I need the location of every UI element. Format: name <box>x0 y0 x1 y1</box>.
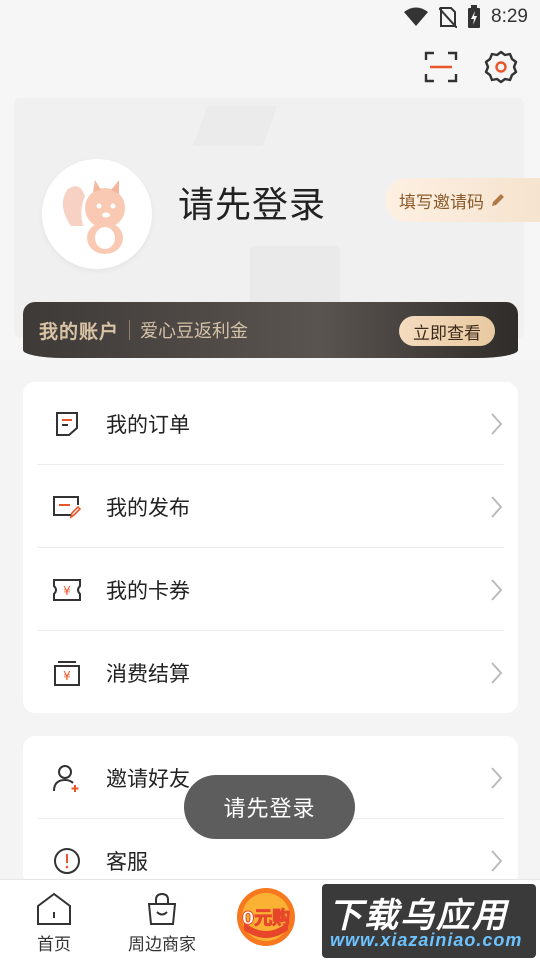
zero-buy-button[interactable]: 0元购 <box>230 886 302 948</box>
order-icon <box>51 408 83 440</box>
chevron-right-icon <box>491 496 503 518</box>
header-background-shape <box>192 106 278 146</box>
customer-service-icon <box>51 845 83 877</box>
menu-item-publish[interactable]: 我的发布 <box>23 465 518 548</box>
invite-code-label: 填写邀请码 <box>399 192 484 213</box>
account-title: 我的账户 <box>39 320 120 343</box>
battery-charging-icon <box>468 5 481 28</box>
tab-label: 周边商家 <box>128 935 196 955</box>
menu-item-label: 邀请好友 <box>106 766 190 791</box>
settlement-icon: ¥ <box>51 657 83 689</box>
avatar[interactable] <box>42 159 152 269</box>
shopping-bag-icon <box>147 892 177 925</box>
account-subtitle: 爱心豆返利金 <box>140 321 249 342</box>
chevron-right-icon <box>491 850 503 872</box>
chevron-right-icon <box>491 767 503 789</box>
menu-item-coupons[interactable]: ¥ 我的卡券 <box>23 548 518 631</box>
status-icons: 8:29 <box>403 5 528 29</box>
status-bar: 8:29 <box>0 0 540 36</box>
wifi-icon <box>404 7 429 26</box>
watermark-url: www.xiazainiao.com <box>330 930 523 950</box>
settings-icon[interactable] <box>482 48 520 86</box>
coupon-icon: ¥ <box>51 574 83 606</box>
zero-buy-badge-icon: 0元购 <box>237 888 295 946</box>
tab-home[interactable]: 首页 <box>30 880 78 960</box>
view-account-button[interactable]: 立即查看 <box>399 316 495 346</box>
zero-buy-label: 0元购 <box>242 907 291 929</box>
no-sim-icon <box>439 7 458 28</box>
edit-pencil-icon <box>492 194 504 206</box>
invite-code-button[interactable]: 填写邀请码 <box>385 178 540 222</box>
menu-item-label: 我的卡券 <box>106 578 190 603</box>
home-icon <box>37 892 71 925</box>
invite-friend-icon <box>51 762 83 794</box>
login-prompt-title[interactable]: 请先登录 <box>178 176 326 228</box>
status-time: 8:29 <box>491 6 528 27</box>
menu-item-label: 消费结算 <box>106 661 190 686</box>
chevron-right-icon <box>491 579 503 601</box>
tab-label: 首页 <box>37 935 71 955</box>
toast-message: 请先登录 <box>184 775 355 839</box>
menu-item-orders[interactable]: 我的订单 <box>23 382 518 465</box>
svg-text:¥: ¥ <box>63 669 71 683</box>
svg-text:¥: ¥ <box>63 584 71 598</box>
menu-item-label: 客服 <box>106 849 148 874</box>
watermark-logo: 下载乌应用 www.xiazainiao.com <box>322 884 536 958</box>
menu-card-orders: 我的订单 我的发布 ¥ 我的卡券 ¥ 消费结算 <box>23 382 518 713</box>
publish-icon <box>51 491 83 523</box>
squirrel-avatar-icon <box>51 168 143 260</box>
menu-item-label: 我的订单 <box>106 412 190 437</box>
chevron-right-icon <box>491 662 503 684</box>
menu-item-settlement[interactable]: ¥ 消费结算 <box>23 631 518 714</box>
bottom-tab-bar: 首页 周边商家 0元购 下载乌应用 www.xiazainiao.com <box>0 879 540 960</box>
tab-nearby[interactable]: 周边商家 <box>124 880 200 960</box>
chevron-right-icon <box>491 413 503 435</box>
menu-item-label: 我的发布 <box>106 495 190 520</box>
account-banner[interactable]: 我的账户 爱心豆返利金 立即查看 <box>23 302 518 358</box>
scan-icon[interactable] <box>422 48 460 86</box>
divider <box>129 320 131 340</box>
